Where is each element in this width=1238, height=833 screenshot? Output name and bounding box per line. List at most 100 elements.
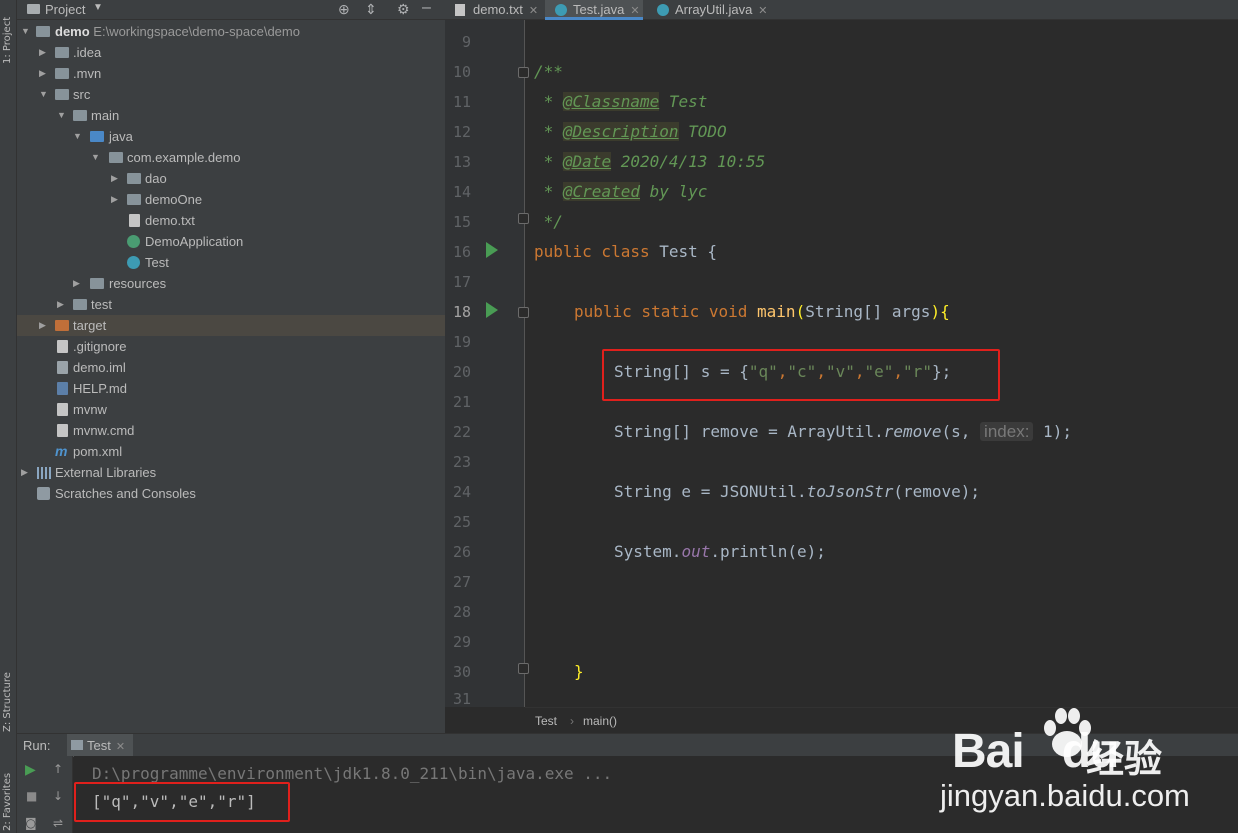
scroll-up-icon[interactable]: ↑ [53,762,63,776]
tree-item-demoapplication[interactable]: DemoApplication [17,231,445,252]
favorites-tool-tab-label: 2: Favorites [2,772,13,831]
tree-item-external-libraries[interactable]: ▶ External Libraries [17,462,445,483]
collapsed-arrow-icon[interactable]: ▶ [39,315,49,336]
folder-icon [55,89,69,100]
tree-item-test-class[interactable]: Test [17,252,445,273]
favorites-tool-tab[interactable]: 2: Favorites [0,765,17,833]
expanded-arrow-icon[interactable]: ▼ [91,147,101,168]
expanded-arrow-icon[interactable]: ▼ [21,21,31,42]
tree-item-java[interactable]: ▼ java [17,126,445,147]
collapsed-arrow-icon[interactable]: ▶ [21,462,31,483]
structure-tool-tab[interactable]: Z: Structure [0,660,17,735]
fold-marker-icon[interactable] [518,307,529,318]
expanded-arrow-icon[interactable]: ▼ [57,105,67,126]
project-panel-title[interactable]: Project [45,2,85,17]
code-text: 1); [1033,422,1072,441]
tab-arrayutil-java[interactable]: ArrayUtil.java ✕ [647,0,775,20]
tree-item-demo-iml[interactable]: demo.iml [17,357,445,378]
tree-item-resources[interactable]: ▶ resources [17,273,445,294]
project-icon [27,4,40,14]
tree-item-mvnw-cmd[interactable]: mvnw.cmd [17,420,445,441]
code-text: (s, [941,422,981,441]
hide-panel-icon[interactable]: – [422,0,431,17]
highlight-box [602,349,1000,401]
code-line-16: public class Test { [534,242,717,261]
javadoc-text: by lyc [639,182,708,201]
line-number: 28 [452,603,471,621]
javadoc-text: TODO [678,122,727,141]
tree-item-src[interactable]: ▼ src [17,84,445,105]
paren: ( [795,302,806,321]
line-number: 24 [452,483,471,501]
run-class-icon[interactable] [486,242,498,258]
collapsed-arrow-icon[interactable]: ▶ [39,42,49,63]
method-name: main [757,302,796,321]
code-text: Test { [649,242,718,261]
tree-item-help-md[interactable]: HELP.md [17,378,445,399]
scroll-down-icon[interactable]: ↓ [53,789,63,803]
tree-item-gitignore[interactable]: .gitignore [17,336,445,357]
breadcrumb-class[interactable]: Test [535,708,557,734]
folder-icon [73,110,87,121]
paren: ) [930,302,941,321]
tree-item-label: DemoApplication [145,234,244,249]
line-number: 19 [452,333,471,351]
collapsed-arrow-icon[interactable]: ▶ [111,189,121,210]
close-icon[interactable]: ✕ [116,741,125,753]
tree-item-com-example-demo[interactable]: ▼ com.example.demo [17,147,445,168]
fold-marker-icon[interactable] [518,213,529,224]
resources-folder-icon [90,278,104,289]
chevron-down-icon[interactable]: ▼ [93,2,103,13]
method-name: remove [883,422,942,441]
class-icon [555,4,567,16]
collapsed-arrow-icon[interactable]: ▶ [39,63,49,84]
expanded-arrow-icon[interactable]: ▼ [39,84,49,105]
collapsed-arrow-icon[interactable]: ▶ [73,273,83,294]
tree-item-target[interactable]: ▶ target [17,315,445,336]
fold-marker-icon[interactable] [518,663,529,674]
breadcrumb-method[interactable]: main() [583,708,617,734]
folder-icon [55,47,69,58]
rerun-icon[interactable]: ▶ [25,762,36,778]
collapse-all-icon[interactable]: ⇕ [365,1,377,18]
expanded-arrow-icon[interactable]: ▼ [73,126,83,147]
tab-test-java[interactable]: Test.java ✕ [545,0,643,20]
tree-item-idea[interactable]: ▶ .idea [17,42,445,63]
parameter-hint: index: [980,422,1034,441]
fold-marker-icon[interactable] [518,67,529,78]
line-number: 27 [452,573,471,591]
project-tool-tab[interactable]: 1: Project [0,6,17,66]
tree-item-pom-xml[interactable]: m pom.xml [17,441,445,462]
collapsed-arrow-icon[interactable]: ▶ [57,294,67,315]
tree-item-label: target [73,318,107,333]
code-line-30: } [574,662,584,681]
tab-demo-txt[interactable]: demo.txt ✕ [445,0,541,20]
close-icon[interactable]: ✕ [529,5,538,17]
close-icon[interactable]: ✕ [630,5,639,17]
code-line-10: /** [534,62,563,81]
line-number: 12 [452,123,471,141]
tree-item-dao[interactable]: ▶ dao [17,168,445,189]
tree-item-demoone[interactable]: ▶ demoOne [17,189,445,210]
run-tab-test[interactable]: Test ✕ [67,734,134,757]
tree-item-path: E:\workingspace\demo-space\demo [93,24,300,39]
stop-icon[interactable]: ■ [26,789,37,803]
tree-item-main[interactable]: ▼ main [17,105,445,126]
run-main-icon[interactable] [486,302,498,318]
soft-wrap-icon[interactable]: ⇌ [53,816,63,830]
tree-item-test-folder[interactable]: ▶ test [17,294,445,315]
folder-icon [55,68,69,79]
line-number: 18 [452,303,471,321]
camera-icon[interactable]: ◙ [25,816,37,830]
gear-icon[interactable]: ⚙ [397,1,410,18]
close-icon[interactable]: ✕ [758,5,767,17]
tree-item-scratches[interactable]: Scratches and Consoles [17,483,445,504]
tree-item-mvn[interactable]: ▶ .mvn [17,63,445,84]
line-number: 21 [452,393,471,411]
tree-item-demo[interactable]: ▼ demo E:\workingspace\demo-space\demo [17,21,445,42]
collapsed-arrow-icon[interactable]: ▶ [111,168,121,189]
locate-icon[interactable]: ⊕ [338,1,350,18]
tree-item-demo-txt[interactable]: demo.txt [17,210,445,231]
tree-item-label: HELP.md [73,381,127,396]
tree-item-mvnw[interactable]: mvnw [17,399,445,420]
